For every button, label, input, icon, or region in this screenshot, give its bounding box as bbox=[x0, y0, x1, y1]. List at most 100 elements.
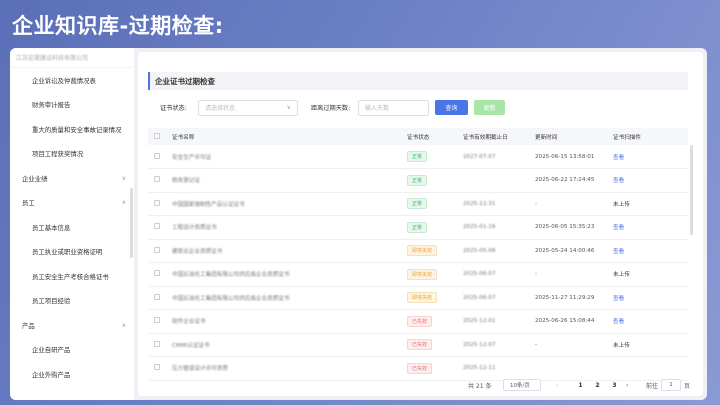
sidebar-group[interactable]: 企业业绩 ∨ bbox=[10, 166, 134, 191]
row-select-cell bbox=[148, 262, 166, 287]
view-scan-link[interactable]: 查看 bbox=[607, 309, 688, 334]
cert-name: 中国国家强制性产品认证证书 bbox=[166, 192, 401, 216]
cert-name: 软件企业证书 bbox=[166, 309, 401, 334]
sidebar-item-label: 企业自研产品 bbox=[32, 346, 71, 355]
col-updated: 更新时间 bbox=[529, 128, 607, 145]
sidebar-group[interactable]: 员工 ∧ bbox=[10, 191, 134, 216]
cert-expiry: 2027-07-07 bbox=[457, 145, 529, 169]
page-size-select[interactable]: 10条/页 bbox=[503, 379, 541, 391]
table-row[interactable]: 软件企业证书 已失效 2025-12-01 2025-06-26 15:08:44 查看 bbox=[148, 309, 688, 334]
view-scan-link[interactable]: 查看 bbox=[607, 145, 688, 169]
goto-page: 前往 1 页 bbox=[646, 379, 690, 391]
sidebar-menu: 企业诉讼及仲裁情况表 财务审计报告 重大的质量和安全事故记录情况 项目工程获奖情况 企业… bbox=[10, 68, 134, 387]
status-badge: 即将失效 bbox=[407, 292, 438, 304]
query-button-wrap: 查询 bbox=[435, 99, 468, 116]
cert-expiry: 2025-06-07 bbox=[457, 286, 529, 310]
cert-status-cell: 正常 bbox=[401, 145, 457, 169]
section-title: 企业证书过期检查 bbox=[148, 72, 688, 90]
row-checkbox[interactable] bbox=[154, 223, 160, 230]
status-badge: 已失效 bbox=[407, 315, 433, 327]
sidebar-item-label: 企业诉讼及仲裁情况表 bbox=[32, 76, 96, 85]
row-checkbox[interactable] bbox=[154, 270, 160, 277]
sidebar-scrollbar[interactable] bbox=[130, 188, 133, 258]
cert-expiry: 2025-01-16 bbox=[457, 215, 529, 240]
page-number[interactable]: 2 bbox=[589, 382, 606, 389]
view-scan-link[interactable]: 查看 bbox=[607, 215, 688, 240]
sidebar-item-label: 员工项目经验 bbox=[32, 297, 71, 306]
col-scan: 证书扫描件 bbox=[607, 128, 688, 145]
table-row[interactable]: 工程设计资质证书 正常 2025-01-16 2025-06-05 15:35:23 查… bbox=[148, 215, 688, 240]
cert-status-cell: 正常 bbox=[401, 192, 457, 216]
status-badge: 即将失效 bbox=[407, 268, 438, 280]
row-checkbox[interactable] bbox=[154, 317, 160, 324]
status-filter: 证书状态: bbox=[160, 99, 187, 116]
chevron-up-icon: ∧ bbox=[121, 199, 126, 207]
goto-input[interactable]: 1 bbox=[661, 379, 682, 391]
row-checkbox[interactable] bbox=[154, 246, 160, 253]
sidebar-item[interactable]: 财务审计报告 bbox=[10, 93, 134, 118]
page-number[interactable]: 1 bbox=[572, 382, 589, 389]
table-row[interactable]: 税务登记证 正常 2025-06-22 17:24:45 查看 bbox=[148, 168, 688, 193]
table-row[interactable]: 压力管道设计许可资质 已失效 2025-12-11 bbox=[148, 356, 688, 381]
cert-expiry: 2025-06-07 bbox=[457, 262, 529, 287]
table-row[interactable]: 建筑业企业资质证书 即将失效 2025-05-06 2025-05-24 14:00:… bbox=[148, 239, 688, 263]
cert-updated: 2025-05-24 14:00:46 bbox=[529, 239, 607, 263]
cert-name: 工程设计资质证书 bbox=[166, 215, 401, 240]
app-frame: 江苏宏晟建设科技有限公司 企业诉讼及仲裁情况表 财务审计报告 重大的质量和安全事故记… bbox=[10, 48, 707, 400]
status-badge: 正常 bbox=[407, 174, 428, 186]
sidebar-item[interactable]: 员工安全生产考核合格证书 bbox=[10, 264, 134, 289]
cert-name: 安全生产许可证 bbox=[166, 145, 401, 169]
row-checkbox[interactable] bbox=[154, 199, 160, 206]
cert-expiry bbox=[457, 168, 529, 193]
sidebar-item[interactable]: 员工基本信息 bbox=[10, 215, 134, 240]
table-row[interactable]: 中国国家强制性产品认证证书 正常 2025-12-31- 未上传 bbox=[148, 192, 688, 216]
row-select-cell bbox=[148, 145, 166, 169]
sidebar-item[interactable]: 项目工程获奖情况 bbox=[10, 142, 134, 167]
row-select-cell bbox=[148, 215, 166, 240]
view-scan-link[interactable]: 查看 bbox=[607, 286, 688, 310]
table-row[interactable]: CMMI认证证书 已失效 2025-12-07- 未上传 bbox=[148, 333, 688, 357]
cert-status-cell: 已失效 bbox=[401, 333, 457, 357]
update-button-wrap: 更新 bbox=[474, 99, 505, 116]
page-number[interactable]: 3 bbox=[606, 382, 623, 389]
row-checkbox[interactable] bbox=[154, 340, 160, 347]
sidebar-item[interactable]: 企业诉讼及仲裁情况表 bbox=[10, 68, 134, 93]
cert-name: CMMI认证证书 bbox=[166, 333, 401, 357]
sidebar-item[interactable]: 企业自研产品 bbox=[10, 338, 134, 363]
row-select-cell bbox=[148, 309, 166, 334]
select-all-checkbox[interactable] bbox=[154, 132, 160, 139]
row-checkbox[interactable] bbox=[154, 176, 160, 183]
view-scan-link[interactable]: 查看 bbox=[607, 168, 688, 193]
row-select-cell bbox=[148, 239, 166, 263]
table-row[interactable]: 中国石油化工集团有限公司供应商企业资质证书 即将失效 2025-06-07- 未上传 bbox=[148, 262, 688, 287]
sidebar-item-label: 产品 bbox=[22, 321, 35, 330]
sidebar: 江苏宏晟建设科技有限公司 企业诉讼及仲裁情况表 财务审计报告 重大的质量和安全事故记… bbox=[10, 48, 134, 400]
table-row[interactable]: 中国石油化工集团有限公司供应商企业资质证书 即将失效 2025-06-07 2025-… bbox=[148, 286, 688, 310]
page-title: 企业知识库-过期检查: bbox=[12, 14, 224, 38]
prev-page-button[interactable]: ‹ bbox=[556, 379, 558, 391]
query-button[interactable]: 查询 bbox=[435, 100, 468, 115]
days-input[interactable]: 输入天数 bbox=[358, 99, 429, 116]
sidebar-item[interactable]: 重大的质量和安全事故记录情况 bbox=[10, 117, 134, 142]
view-scan-link[interactable]: 查看 bbox=[607, 239, 688, 263]
row-checkbox[interactable] bbox=[154, 364, 160, 371]
status-select[interactable]: 请选择状态 ∨ bbox=[198, 99, 298, 116]
sidebar-item[interactable]: 企业外购产品 bbox=[10, 362, 134, 387]
sidebar-item[interactable]: 员工执业或职业资格证明 bbox=[10, 240, 134, 265]
cert-name: 中国石油化工集团有限公司供应商企业资质证书 bbox=[166, 262, 401, 287]
cert-updated: 2025-11-27 11:29:29 bbox=[529, 286, 607, 310]
row-checkbox[interactable] bbox=[154, 293, 160, 300]
table-row[interactable]: 安全生产许可证 正常 2027-07-07 2025-06-15 13:58:01 查看 bbox=[148, 145, 688, 169]
sidebar-item[interactable]: 员工项目经验 bbox=[10, 289, 134, 314]
pagination-total: 共 21 条 bbox=[468, 382, 492, 390]
cert-updated: 2025-06-05 15:35:23 bbox=[529, 215, 607, 240]
sidebar-group[interactable]: 产品 ∧ bbox=[10, 313, 134, 338]
sidebar-item-label: 重大的质量和安全事故记录情况 bbox=[32, 125, 122, 134]
row-checkbox[interactable] bbox=[154, 152, 160, 159]
status-filter-label: 证书状态: bbox=[160, 105, 187, 112]
next-page-button[interactable]: › bbox=[626, 379, 628, 391]
update-button[interactable]: 更新 bbox=[474, 100, 505, 115]
table-scrollbar[interactable] bbox=[690, 145, 693, 235]
status-badge: 已失效 bbox=[407, 339, 433, 351]
sidebar-item-label: 企业业绩 bbox=[22, 174, 48, 183]
